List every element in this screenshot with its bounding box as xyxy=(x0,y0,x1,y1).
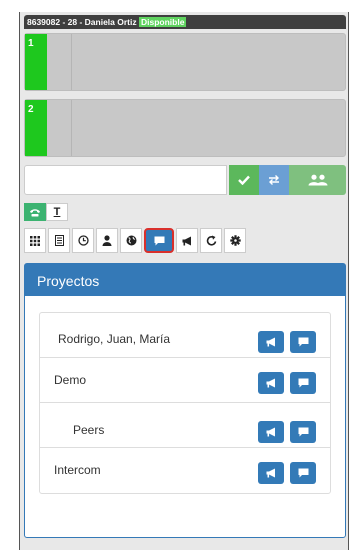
projects-panel: Proyectos Rodrigo, Juan, María Demo Peer… xyxy=(24,263,346,538)
line-content xyxy=(71,100,345,156)
item-actions xyxy=(258,372,316,394)
dial-input[interactable] xyxy=(24,165,227,195)
megaphone-icon xyxy=(182,236,191,245)
list-item[interactable]: Intercom xyxy=(40,448,330,493)
line-number: 2 xyxy=(25,100,47,156)
chat-button[interactable] xyxy=(290,462,316,484)
toolbar-contacts-button[interactable] xyxy=(48,228,70,253)
user-icon xyxy=(102,235,112,246)
megaphone-icon xyxy=(266,378,275,388)
broadcast-button[interactable] xyxy=(258,462,284,484)
chat-button[interactable] xyxy=(290,331,316,353)
toolbar-history-button[interactable] xyxy=(72,228,94,253)
toolbar-settings-button[interactable] xyxy=(224,228,246,253)
item-actions xyxy=(258,421,316,443)
agent-info: 8639082 - 28 - Daniela Ortiz xyxy=(27,17,137,27)
conference-button[interactable] xyxy=(289,165,346,195)
check-icon xyxy=(238,175,250,185)
projects-list: Rodrigo, Juan, María Demo Peers Intercom xyxy=(39,312,331,494)
list-item[interactable]: Demo xyxy=(40,358,330,403)
item-actions xyxy=(258,462,316,484)
chat-icon xyxy=(298,468,308,478)
chat-icon xyxy=(154,236,164,245)
tab-text[interactable]: T xyxy=(46,203,68,221)
toolbar-broadcast-button[interactable] xyxy=(176,228,198,253)
megaphone-icon xyxy=(266,337,275,347)
mode-tabs: T xyxy=(24,203,68,221)
item-actions xyxy=(258,331,316,353)
chat-icon xyxy=(298,378,308,388)
project-name: Demo xyxy=(54,373,87,387)
megaphone-icon xyxy=(266,427,275,437)
conference-icon xyxy=(308,174,327,186)
megaphone-icon xyxy=(266,468,275,478)
line-content xyxy=(71,34,345,90)
transfer-button[interactable] xyxy=(259,165,289,195)
call-line-1[interactable]: 1 xyxy=(24,33,346,91)
panel-title: Proyectos xyxy=(25,264,345,296)
dial-confirm-button[interactable] xyxy=(229,165,259,195)
broadcast-button[interactable] xyxy=(258,372,284,394)
chat-icon xyxy=(298,427,308,437)
phone-icon xyxy=(30,208,40,216)
toolbar-share-button[interactable] xyxy=(200,228,222,253)
gear-icon xyxy=(229,235,241,246)
project-name: Peers xyxy=(73,423,105,437)
transfer-icon xyxy=(269,175,279,185)
globe-icon xyxy=(126,235,136,246)
contacts-list-icon xyxy=(54,235,64,246)
toolbar-chat-button[interactable] xyxy=(144,228,174,253)
keypad-icon xyxy=(30,235,40,246)
tab-phone[interactable] xyxy=(24,203,46,221)
dialer-row xyxy=(24,165,346,195)
broadcast-button[interactable] xyxy=(258,421,284,443)
toolbar-web-button[interactable] xyxy=(120,228,142,253)
call-line-2[interactable]: 2 xyxy=(24,99,346,157)
chat-button[interactable] xyxy=(290,421,316,443)
project-name: Intercom xyxy=(54,463,101,477)
share-icon xyxy=(206,235,216,246)
chat-icon xyxy=(298,337,308,347)
project-name: Rodrigo, Juan, María xyxy=(58,332,171,346)
clock-icon xyxy=(77,235,89,246)
line-number: 1 xyxy=(25,34,47,90)
chat-button[interactable] xyxy=(290,372,316,394)
toolbar-keypad-button[interactable] xyxy=(24,228,46,253)
list-item[interactable]: Peers xyxy=(40,403,330,448)
toolbar-user-button[interactable] xyxy=(96,228,118,253)
broadcast-button[interactable] xyxy=(258,331,284,353)
action-toolbar xyxy=(24,228,246,253)
agent-availability-badge: Disponible xyxy=(139,17,187,27)
agent-status-bar: 8639082 - 28 - Daniela Ortiz Disponible xyxy=(24,15,346,29)
list-item[interactable]: Rodrigo, Juan, María xyxy=(40,313,330,358)
